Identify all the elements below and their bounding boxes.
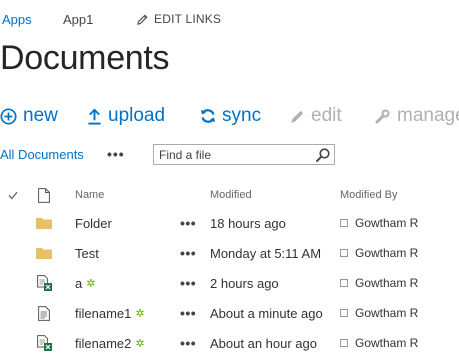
presence-indicator: [340, 249, 348, 257]
item-modified-by-text[interactable]: Gowtham R: [355, 246, 418, 260]
checkmark-icon: [8, 191, 18, 199]
list-item[interactable]: Folder ••• 18 hours ago Gowtham R: [0, 208, 459, 238]
item-modified-by-text[interactable]: Gowtham R: [355, 336, 418, 350]
item-name[interactable]: Test: [75, 238, 175, 268]
command-toolbar: new upload sync edit manage: [0, 104, 459, 130]
top-nav: Apps App1 EDIT LINKS: [0, 0, 459, 40]
item-ellipsis[interactable]: •••: [180, 238, 200, 268]
excel-file-icon: [35, 328, 53, 358]
item-ellipsis[interactable]: •••: [180, 328, 200, 358]
text-file-icon: [35, 298, 53, 328]
item-name-text: Test: [75, 245, 99, 261]
edit-links-label: EDIT LINKS: [154, 12, 222, 26]
item-modified-by-text[interactable]: Gowtham R: [355, 276, 418, 290]
item-name[interactable]: filename1 ✲: [75, 298, 175, 328]
item-modified: About an hour ago: [210, 335, 317, 351]
item-modified-by: Gowtham R: [340, 238, 459, 268]
item-modified: 18 hours ago: [210, 215, 286, 231]
upload-arrow-icon: [88, 108, 101, 125]
document-icon: [38, 187, 50, 203]
plus-circle-icon: [0, 107, 17, 125]
sync-button[interactable]: sync: [200, 104, 261, 128]
item-name-text: Folder: [75, 215, 112, 231]
nav-app1-link[interactable]: App1: [63, 12, 93, 27]
item-modified: Monday at 5:11 AM: [210, 245, 322, 261]
item-ellipsis[interactable]: •••: [180, 268, 200, 298]
new-item-icon: ✲: [86, 277, 96, 290]
item-modified-by: Gowtham R: [340, 328, 459, 358]
view-bar: All Documents •••: [0, 142, 459, 168]
view-options-ellipsis[interactable]: •••: [107, 146, 125, 162]
list-item[interactable]: Test ••• Monday at 5:11 AM Gowtham R: [0, 238, 459, 268]
manage-button[interactable]: manage: [375, 104, 459, 128]
list-item[interactable]: a ✲ ••• 2 hours ago Gowtham R: [0, 268, 459, 298]
edit-button[interactable]: edit: [290, 104, 342, 128]
item-name-text: filename2: [75, 335, 132, 351]
search-icon[interactable]: [315, 147, 331, 163]
list-header-row: Name Modified Modified By: [0, 180, 459, 210]
page-title: Documents: [0, 39, 170, 77]
item-name-text: a: [75, 275, 83, 291]
item-modified-by: Gowtham R: [340, 208, 459, 238]
item-name[interactable]: a ✲: [75, 268, 175, 298]
sync-label: sync: [222, 105, 262, 126]
edit-label: edit: [311, 105, 342, 126]
manage-label: manage: [397, 105, 459, 126]
pencil-icon: [137, 13, 148, 25]
item-name[interactable]: filename2 ✲: [75, 328, 175, 358]
presence-indicator: [340, 309, 348, 317]
presence-indicator: [340, 279, 348, 287]
new-label: new: [23, 105, 58, 126]
item-ellipsis[interactable]: •••: [180, 208, 200, 238]
file-type-header[interactable]: [35, 180, 53, 210]
upload-button[interactable]: upload: [87, 104, 165, 128]
item-name-text: filename1: [75, 305, 132, 321]
new-item-icon: ✲: [135, 337, 145, 350]
item-modified-by-text[interactable]: Gowtham R: [355, 216, 418, 230]
item-modified: About a minute ago: [210, 305, 323, 321]
item-name[interactable]: Folder: [75, 208, 175, 238]
excel-file-icon: [35, 268, 53, 298]
presence-indicator: [340, 339, 348, 347]
wrench-icon: [375, 109, 390, 124]
find-file-search: [153, 144, 335, 165]
item-modified-by: Gowtham R: [340, 268, 459, 298]
sharepoint-documents-page: Apps App1 EDIT LINKS Documents new uploa…: [0, 0, 459, 362]
presence-indicator: [340, 219, 348, 227]
name-column-header[interactable]: Name: [75, 180, 175, 210]
item-ellipsis[interactable]: •••: [180, 298, 200, 328]
nav-apps-link[interactable]: Apps: [2, 12, 32, 27]
upload-label: upload: [108, 105, 166, 126]
select-all-checkbox[interactable]: [5, 180, 21, 210]
folder-icon: [35, 208, 53, 238]
search-input[interactable]: [154, 145, 314, 164]
folder-icon: [35, 238, 53, 268]
list-item[interactable]: filename2 ✲ ••• About an hour ago Gowtham…: [0, 328, 459, 358]
item-modified-by: Gowtham R: [340, 298, 459, 328]
new-item-icon: ✲: [135, 307, 145, 320]
list-item[interactable]: filename1 ✲ ••• About a minute ago Gowtha…: [0, 298, 459, 328]
edit-links-button[interactable]: EDIT LINKS: [137, 12, 221, 26]
modified-column-header[interactable]: Modified: [210, 180, 335, 210]
view-all-documents[interactable]: All Documents: [0, 147, 84, 162]
item-modified: 2 hours ago: [210, 275, 279, 291]
sync-icon: [201, 109, 215, 123]
modified-by-column-header[interactable]: Modified By: [340, 180, 459, 210]
item-modified-by-text[interactable]: Gowtham R: [355, 306, 418, 320]
new-button[interactable]: new: [0, 104, 58, 128]
pencil-icon: [291, 110, 304, 123]
